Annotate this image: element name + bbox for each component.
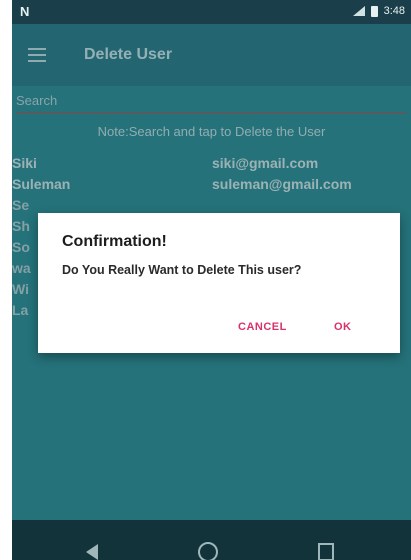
ok-button[interactable]: OK xyxy=(334,321,352,333)
dialog-title: Confirmation! xyxy=(62,233,167,250)
status-bar: N 3:48 xyxy=(12,0,411,24)
recents-icon[interactable] xyxy=(318,543,334,560)
cancel-button[interactable]: CANCEL xyxy=(238,321,287,333)
device-screen: N 3:48 Delete User Note:Search and tap t… xyxy=(12,0,411,560)
status-time: 3:48 xyxy=(383,5,405,17)
battery-icon xyxy=(370,5,378,17)
notification-icon: N xyxy=(20,4,30,19)
status-icons: 3:48 xyxy=(352,5,405,17)
confirmation-dialog: Confirmation! Do You Really Want to Dele… xyxy=(38,213,400,353)
home-icon[interactable] xyxy=(198,542,218,560)
signal-icon xyxy=(352,6,365,16)
dialog-message: Do You Really Want to Delete This user? xyxy=(62,263,302,277)
system-nav-bar xyxy=(12,520,411,560)
back-icon[interactable] xyxy=(86,544,98,560)
